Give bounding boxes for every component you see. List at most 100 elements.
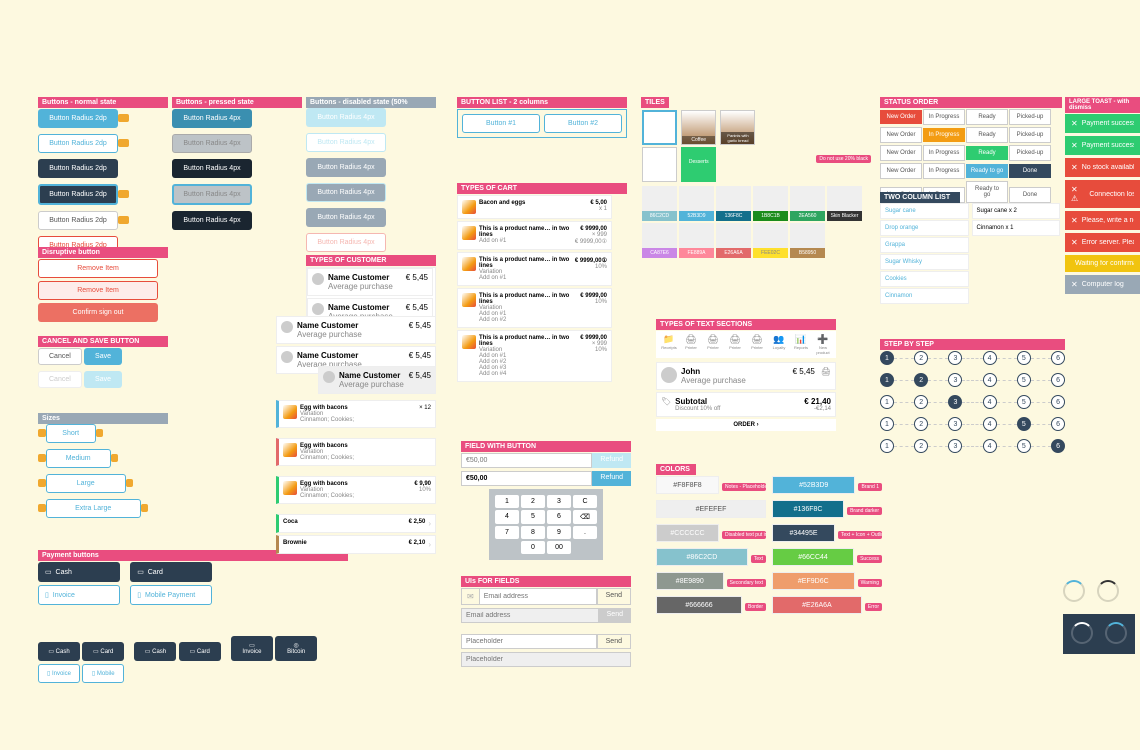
status-button[interactable]: Done xyxy=(1009,164,1051,178)
pay-invoice[interactable]: ▯ Invoice xyxy=(38,585,120,605)
ph-input[interactable] xyxy=(461,634,597,649)
cart-item[interactable]: This is a product name… in two linesAdd … xyxy=(457,221,612,250)
tile-coffee[interactable]: Coffee xyxy=(681,110,716,145)
cancel-button[interactable]: Cancel xyxy=(38,348,82,365)
simple-item[interactable]: Brownie€ 2,10› xyxy=(276,535,436,554)
amount-input[interactable] xyxy=(461,453,592,468)
list-item[interactable]: Cinnamon xyxy=(880,288,969,304)
step-dot[interactable]: 5 xyxy=(1017,395,1031,409)
btn-list-2[interactable]: Button #2 xyxy=(544,114,622,133)
btn-teal[interactable]: Button Radius 2dp xyxy=(38,109,118,128)
numeric-keypad[interactable]: 123C456⌫789.000 xyxy=(489,489,603,560)
cart-item[interactable]: This is a product name… in two linesVari… xyxy=(457,288,612,328)
keypad-key[interactable]: C xyxy=(573,495,597,508)
step-dot[interactable]: 4 xyxy=(983,373,997,387)
tile-empty[interactable] xyxy=(642,110,677,145)
customer-row[interactable]: Name CustomerAverage purchase€ 5,45 xyxy=(276,316,436,344)
btn-navy-b-pressed[interactable]: Button Radius 4px xyxy=(172,184,252,205)
keypad-key[interactable]: 6 xyxy=(547,510,571,524)
pay-mobile-sm[interactable]: ▯ Mobile xyxy=(82,664,124,683)
email-input-gray[interactable] xyxy=(461,608,599,623)
step-dot[interactable]: 1 xyxy=(880,395,894,409)
step-dot[interactable]: 2 xyxy=(914,373,928,387)
cart-item[interactable]: Bacon and eggs€ 5,00x 1 xyxy=(457,195,612,219)
step-dot[interactable]: 4 xyxy=(983,417,997,431)
step-dot[interactable]: 6 xyxy=(1051,417,1065,431)
customer-row-gray[interactable]: Name CustomerAverage purchase € 5,45 xyxy=(318,366,436,394)
simple-item[interactable]: Coca€ 2,50› xyxy=(276,514,436,533)
john-row[interactable]: JohnAverage purchase € 5,45 🖨 xyxy=(656,362,836,390)
list-item[interactable]: Cinnamon x 1 xyxy=(972,220,1061,236)
refund-button[interactable]: Refund xyxy=(592,471,631,486)
keypad-key[interactable]: 8 xyxy=(521,526,545,539)
pay-invoice-sm2[interactable]: ▯ Invoice xyxy=(38,664,80,683)
color-tile[interactable]: B58950 xyxy=(790,223,825,258)
keypad-key[interactable]: 9 xyxy=(547,526,571,539)
step-dot[interactable]: 3 xyxy=(948,395,962,409)
toast[interactable]: Waiting for confirmatio xyxy=(1065,255,1140,272)
status-button[interactable]: In Progress xyxy=(923,163,965,179)
list-item[interactable]: Sugar cane x 2 xyxy=(972,203,1061,219)
tile-empty2[interactable] xyxy=(642,147,677,182)
close-icon[interactable]: ✕ xyxy=(1071,163,1078,172)
step-dot[interactable]: 6 xyxy=(1051,395,1065,409)
step-dot[interactable]: 5 xyxy=(1017,373,1031,387)
status-button[interactable]: Picked-up xyxy=(1009,109,1051,125)
pay-cash-sm[interactable]: ▭ Cash xyxy=(38,642,80,661)
keypad-key[interactable]: 5 xyxy=(521,510,545,524)
toast[interactable]: ✕Computer log xyxy=(1065,275,1140,294)
keypad-key[interactable]: 00 xyxy=(547,541,571,554)
send-button-2[interactable]: Send xyxy=(597,634,631,649)
step-dot[interactable]: 2 xyxy=(914,395,928,409)
status-button[interactable]: In Progress xyxy=(923,145,965,161)
status-button[interactable]: Picked-up xyxy=(1009,127,1051,143)
step-dot[interactable]: 5 xyxy=(1017,417,1031,431)
step-dot[interactable]: 3 xyxy=(948,439,962,453)
toolbar-icon[interactable]: 🖨Printer xyxy=(725,334,745,355)
close-icon[interactable]: ✕ xyxy=(1071,141,1078,150)
pay-card[interactable]: ▭ Card xyxy=(130,562,212,582)
customer-row[interactable]: Name CustomerAverage purchase€ 5,45 xyxy=(307,268,433,296)
step-dot[interactable]: 2 xyxy=(914,417,928,431)
cart-item[interactable]: This is a product name… in two linesVari… xyxy=(457,330,612,382)
tile-dessert[interactable]: Desserts xyxy=(681,147,716,182)
ph-input-gray[interactable] xyxy=(461,652,631,667)
remove-item-outline[interactable]: Remove Item xyxy=(38,259,158,278)
pay-bitcoin-sm[interactable]: ◎ Bitcoin xyxy=(275,636,317,661)
amount-input-filled[interactable] xyxy=(461,471,592,486)
order-button[interactable]: ORDER › xyxy=(656,419,836,431)
status-button[interactable]: New Order xyxy=(880,127,922,143)
keypad-key[interactable]: 3 xyxy=(547,495,571,508)
pay-cash-sm2[interactable]: ▭ Cash xyxy=(134,642,176,661)
step-dot[interactable]: 4 xyxy=(983,439,997,453)
step-dot[interactable]: 5 xyxy=(1017,439,1031,453)
step-dot[interactable]: 3 xyxy=(948,351,962,365)
color-tile[interactable]: FE889A xyxy=(679,223,714,258)
email-input[interactable] xyxy=(479,588,597,605)
toolbar-icon[interactable]: 📁Receipts xyxy=(659,334,679,355)
keypad-key[interactable]: 1 xyxy=(495,495,519,508)
size-medium[interactable]: Medium xyxy=(46,449,111,468)
btn-white[interactable]: Button Radius 2dp xyxy=(38,134,118,153)
toolbar-icon[interactable]: ➕New product xyxy=(813,334,833,355)
toast[interactable]: ✕Payment successful xyxy=(1065,114,1140,133)
step-dot[interactable]: 1 xyxy=(880,351,894,365)
status-button[interactable]: In Progress xyxy=(923,109,965,125)
toolbar-icon[interactable]: 🖨Printer xyxy=(703,334,723,355)
toolbar-icon[interactable]: 👥Loyalty xyxy=(769,334,789,355)
btn-navy-border[interactable]: Button Radius 2dp xyxy=(38,184,118,205)
keypad-key[interactable]: 7 xyxy=(495,526,519,539)
step-dot[interactable]: 3 xyxy=(948,417,962,431)
btn-teal-pressed[interactable]: Button Radius 4px xyxy=(172,109,252,128)
close-icon[interactable]: ✕ xyxy=(1071,119,1078,128)
step-dot[interactable]: 1 xyxy=(880,439,894,453)
keypad-key[interactable]: 4 xyxy=(495,510,519,524)
status-button[interactable]: In Progress xyxy=(923,128,965,142)
status-button[interactable]: Ready xyxy=(966,109,1008,125)
list-item[interactable]: Cookies xyxy=(880,271,969,287)
send-button[interactable]: Send xyxy=(597,588,631,605)
toast[interactable]: ✕Payment successful xyxy=(1065,136,1140,155)
step-dot[interactable]: 1 xyxy=(880,373,894,387)
status-button[interactable]: Picked-up xyxy=(1009,145,1051,161)
step-dot[interactable]: 5 xyxy=(1017,351,1031,365)
